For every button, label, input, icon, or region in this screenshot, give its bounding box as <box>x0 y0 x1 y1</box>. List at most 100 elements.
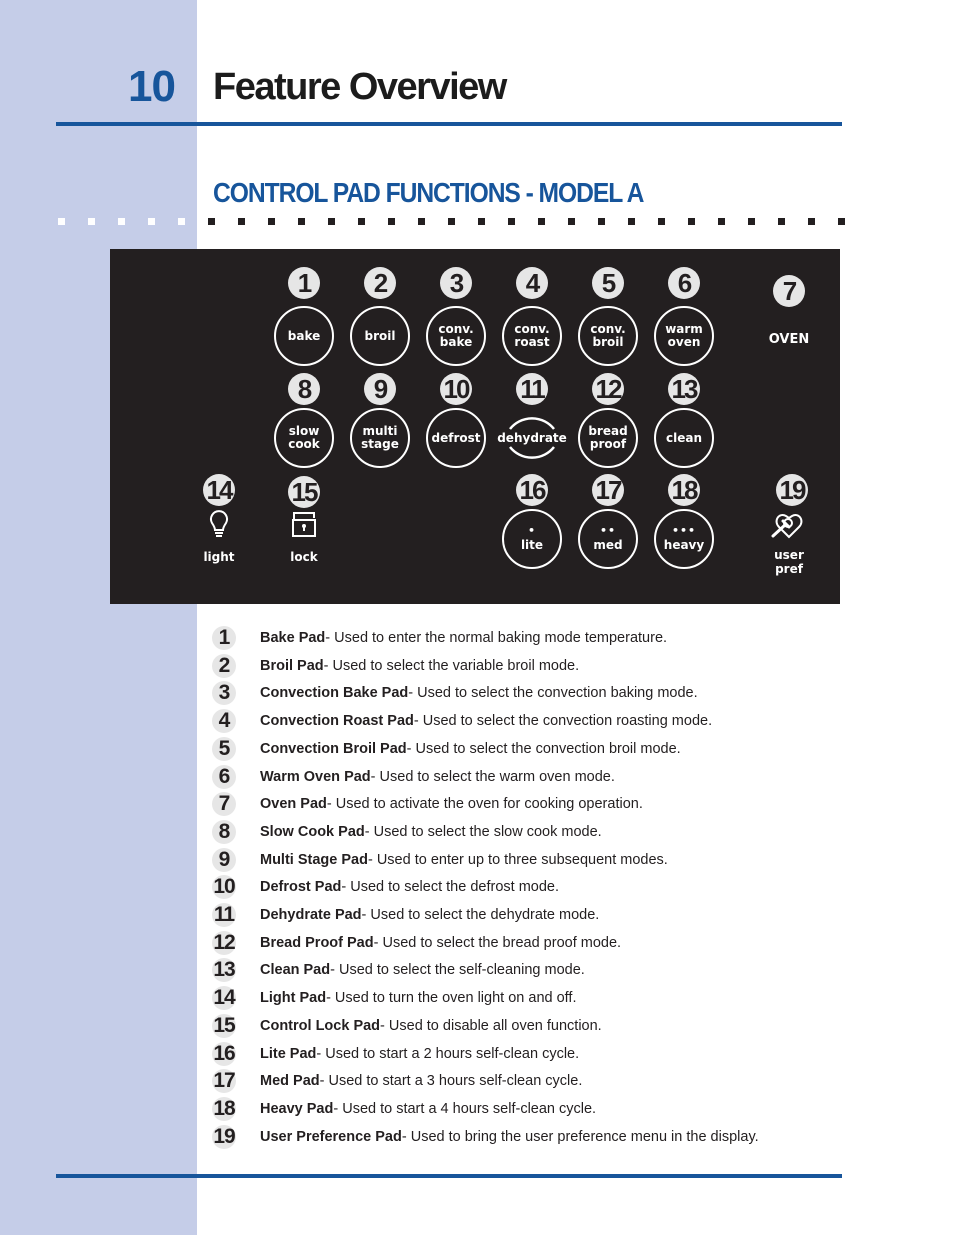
pad-button-dehydrate[interactable]: dehydrate <box>497 408 567 468</box>
pad-button-bread-proof[interactable]: bread proof <box>578 408 638 468</box>
pad-button-multi-stage[interactable]: multi stage <box>350 408 410 468</box>
description-text: Warm Oven Pad- Used to select the warm o… <box>260 769 615 785</box>
divider-dot <box>628 218 635 225</box>
pad-button-defrost[interactable]: defrost <box>426 408 486 468</box>
pad-name: Bread Proof Pad <box>260 934 374 951</box>
description-number-badge: 4 <box>212 709 236 734</box>
pad-number-badge: 13 <box>668 373 700 405</box>
pad-description: - Used to bring the user preference menu… <box>401 1128 759 1145</box>
pad-button-conv-broil[interactable]: conv. broil <box>578 306 638 366</box>
pad-number-badge: 6 <box>668 267 700 299</box>
pad-button-conv-bake[interactable]: conv. bake <box>426 306 486 366</box>
divider-dot <box>148 218 155 225</box>
description-text: Clean Pad- Used to select the self-clean… <box>260 962 585 978</box>
description-number-badge: 10 <box>212 875 236 900</box>
intensity-dots-icon: • <box>527 524 537 537</box>
divider-dot <box>688 218 695 225</box>
divider-dot <box>598 218 605 225</box>
description-text: Bread Proof Pad- Used to select the brea… <box>260 935 621 951</box>
pad-description: - Used to select the defrost mode. <box>341 879 559 896</box>
description-row: 2 Broil Pad- Used to select the variable … <box>212 653 832 680</box>
pad-number-badge: 16 <box>516 474 548 506</box>
description-text: Slow Cook Pad- Used to select the slow c… <box>260 824 602 840</box>
intensity-dots-icon: ••• <box>671 524 697 537</box>
pad-label: lite <box>520 538 544 552</box>
light-pad-button[interactable]: light <box>189 509 249 565</box>
pad-number-badge: 4 <box>516 267 548 299</box>
description-row: 1 Bake Pad- Used to enter the normal baki… <box>212 626 832 652</box>
pad-name: User Preference Pad <box>260 1128 402 1145</box>
pad-label: heavy <box>663 538 705 552</box>
pad-label: med <box>593 538 623 552</box>
pad-name: Broil Pad <box>260 657 324 674</box>
pad-name: Convection Roast Pad <box>260 713 414 730</box>
pad-button-lite[interactable]: • lite <box>502 509 562 569</box>
pad-description: - Used to select the variable broil mode… <box>323 657 580 674</box>
header-rule <box>56 122 842 126</box>
oven-pad-button[interactable]: OVEN <box>759 333 819 347</box>
pad-name: Light Pad <box>260 990 327 1007</box>
pad-number-badge: 11 <box>516 373 548 405</box>
pad-button-clean[interactable]: clean <box>654 408 714 468</box>
description-text: Oven Pad- Used to activate the oven for … <box>260 796 643 812</box>
pad-description: - Used to enter the normal baking mode t… <box>325 630 668 646</box>
description-text: Med Pad- Used to start a 3 hours self-cl… <box>260 1073 582 1089</box>
description-row: 13 Clean Pad- Used to select the self-cle… <box>212 958 832 984</box>
pad-name: Convection Bake Pad <box>260 685 409 702</box>
pad-number-badge: 12 <box>592 373 624 405</box>
pad-number-badge: 8 <box>288 373 320 405</box>
pad-name: Lite Pad <box>260 1045 317 1062</box>
pad-name: Clean Pad <box>260 962 331 979</box>
pad-number-badge: 1 <box>288 267 320 299</box>
description-text: Convection Roast Pad- Used to select the… <box>260 713 712 729</box>
pad-name: Dehydrate Pad <box>260 907 362 923</box>
dehydrate-ring-icon <box>509 417 555 459</box>
sidebar-band <box>0 0 197 1235</box>
pad-description: - Used to select the bread proof mode. <box>373 934 622 951</box>
description-text: Light Pad- Used to turn the oven light o… <box>260 990 577 1006</box>
description-row: 16 Lite Pad- Used to start a 2 hours self… <box>212 1041 832 1068</box>
divider-dot <box>808 218 815 225</box>
pad-button-broil[interactable]: broil <box>350 306 410 366</box>
pad-description: - Used to select the warm oven mode. <box>370 768 615 785</box>
wrench-heart-icon <box>771 514 803 539</box>
pad-name: Med Pad <box>260 1073 320 1090</box>
pad-button-conv-roast[interactable]: conv. roast <box>502 306 562 366</box>
description-row: 12 Bread Proof Pad- Used to select the br… <box>212 930 832 957</box>
description-number-badge: 11 <box>212 903 236 927</box>
pad-button-heavy[interactable]: ••• heavy <box>654 509 714 569</box>
description-text: Defrost Pad- Used to select the defrost … <box>260 879 559 895</box>
footer-rule <box>56 1174 842 1178</box>
control-panel: bake 1 broil 2 conv. bake 3 conv. roast 4 conv. bro… <box>110 249 840 604</box>
pad-description: - Used to start a 4 hours self-clean cyc… <box>333 1100 597 1117</box>
description-row: 6 Warm Oven Pad- Used to select the warm … <box>212 764 832 791</box>
description-number-badge: 3 <box>212 681 236 706</box>
description-number-badge: 8 <box>212 819 236 844</box>
pad-name: Convection Broil Pad <box>260 740 407 757</box>
page-number: 10 <box>128 62 176 111</box>
divider-dot <box>268 218 275 225</box>
pad-button-med[interactable]: •• med <box>578 509 638 569</box>
pad-label: oven <box>667 335 701 349</box>
page-title: Feature Overview <box>213 66 507 108</box>
user-pref-pad-button[interactable]: user pref <box>759 509 819 579</box>
pad-description: - Used to disable all oven function. <box>380 1017 602 1034</box>
description-text: Convection Bake Pad- Used to select the … <box>260 685 698 701</box>
pad-description: - Used to select the convection broil mo… <box>406 740 681 757</box>
description-row: 3 Convection Bake Pad- Used to select the… <box>212 681 832 707</box>
lock-pad-button[interactable]: lock <box>274 509 334 565</box>
pad-number-badge: 5 <box>592 267 624 299</box>
pad-button-slow-cook[interactable]: slow cook <box>274 408 334 468</box>
pad-button-warm-oven[interactable]: warm oven <box>654 306 714 366</box>
divider-dot <box>178 218 185 225</box>
pad-number-badge: 10 <box>440 373 472 405</box>
description-text: Broil Pad- Used to select the variable b… <box>260 658 579 674</box>
lock-pad-label: lock <box>290 550 318 564</box>
description-row: 18 Heavy Pad- Used to start a 4 hours sel… <box>212 1096 832 1123</box>
divider-dot <box>478 218 485 225</box>
description-row: 8 Slow Cook Pad- Used to select the slow … <box>212 819 832 846</box>
pad-name: Oven Pad <box>260 796 327 813</box>
description-row: 15 Control Lock Pad- Used to disable all … <box>212 1013 832 1040</box>
pad-button-bake[interactable]: bake <box>274 306 334 366</box>
description-number-badge: 18 <box>212 1096 236 1121</box>
